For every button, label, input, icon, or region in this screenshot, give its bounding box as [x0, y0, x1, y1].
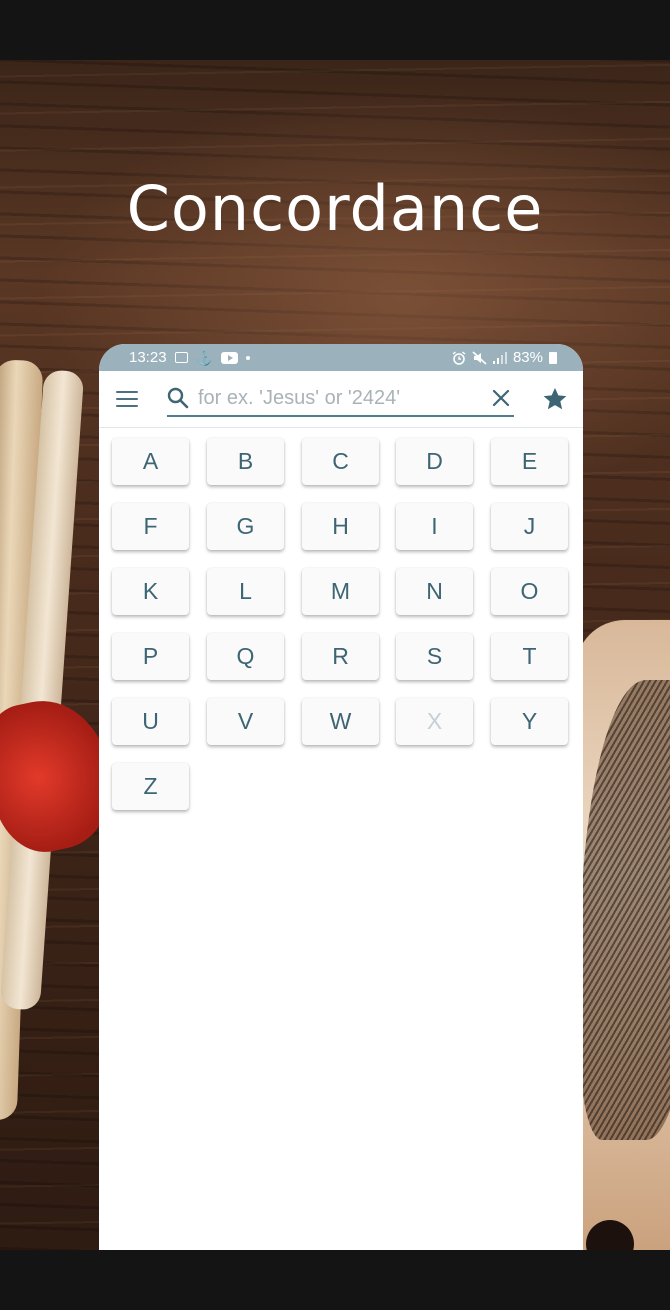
image-icon — [174, 352, 188, 363]
letter-key-z[interactable]: Z — [112, 763, 189, 810]
status-time: 13:23 — [129, 349, 167, 366]
app-toolbar — [99, 371, 583, 428]
letter-key-u[interactable]: U — [112, 698, 189, 745]
letter-key-f[interactable]: F — [112, 503, 189, 550]
letter-key-o[interactable]: O — [491, 568, 568, 615]
status-bar: 13:23 ⚓ 83% — [99, 344, 583, 371]
mute-icon — [472, 350, 487, 365]
letter-key-b[interactable]: B — [207, 438, 284, 485]
letter-key-p[interactable]: P — [112, 633, 189, 680]
dot-icon — [245, 355, 250, 360]
letter-key-q[interactable]: Q — [207, 633, 284, 680]
letter-key-r[interactable]: R — [302, 633, 379, 680]
search-icon — [167, 387, 189, 409]
screen: Concordance 13:23 ⚓ 83% for ex. 'Jesus' … — [0, 0, 670, 1310]
promo-headline: Concordance — [126, 172, 544, 245]
letter-key-n[interactable]: N — [396, 568, 473, 615]
letter-key-g[interactable]: G — [207, 503, 284, 550]
battery-percent: 83% — [512, 349, 543, 366]
letter-key-c[interactable]: C — [302, 438, 379, 485]
search-bar — [167, 381, 514, 417]
menu-button[interactable] — [99, 371, 155, 427]
anchor-icon: ⚓ — [195, 349, 213, 366]
clear-search-button[interactable] — [488, 385, 514, 411]
star-icon — [543, 387, 567, 410]
letter-key-e[interactable]: E — [491, 438, 568, 485]
letter-key-s[interactable]: S — [396, 633, 473, 680]
search-input[interactable] — [198, 386, 478, 410]
menu-icon — [116, 391, 138, 407]
letter-key-m[interactable]: M — [302, 568, 379, 615]
letter-key-i[interactable]: I — [396, 503, 473, 550]
alarm-icon — [452, 350, 466, 365]
letter-key-h[interactable]: H — [302, 503, 379, 550]
battery-icon — [549, 351, 557, 364]
letter-key-y[interactable]: Y — [491, 698, 568, 745]
letter-key-j[interactable]: J — [491, 503, 568, 550]
phone-screen: 13:23 ⚓ 83% for ex. 'Jesus' or '2424' A … — [99, 344, 583, 1250]
letter-key-x: X — [396, 698, 473, 745]
signal-icon — [492, 351, 507, 364]
status-bar-right: 83% — [452, 349, 557, 366]
close-icon — [492, 389, 510, 407]
letter-key-d[interactable]: D — [396, 438, 473, 485]
letter-key-w[interactable]: W — [302, 698, 379, 745]
favorites-button[interactable] — [539, 383, 571, 415]
status-bar-left: 13:23 ⚓ — [129, 349, 250, 366]
letter-key-l[interactable]: L — [207, 568, 284, 615]
letter-key-t[interactable]: T — [491, 633, 568, 680]
letter-key-k[interactable]: K — [112, 568, 189, 615]
letter-key-a[interactable]: A — [112, 438, 189, 485]
youtube-icon — [220, 351, 238, 364]
letter-key-v[interactable]: V — [207, 698, 284, 745]
